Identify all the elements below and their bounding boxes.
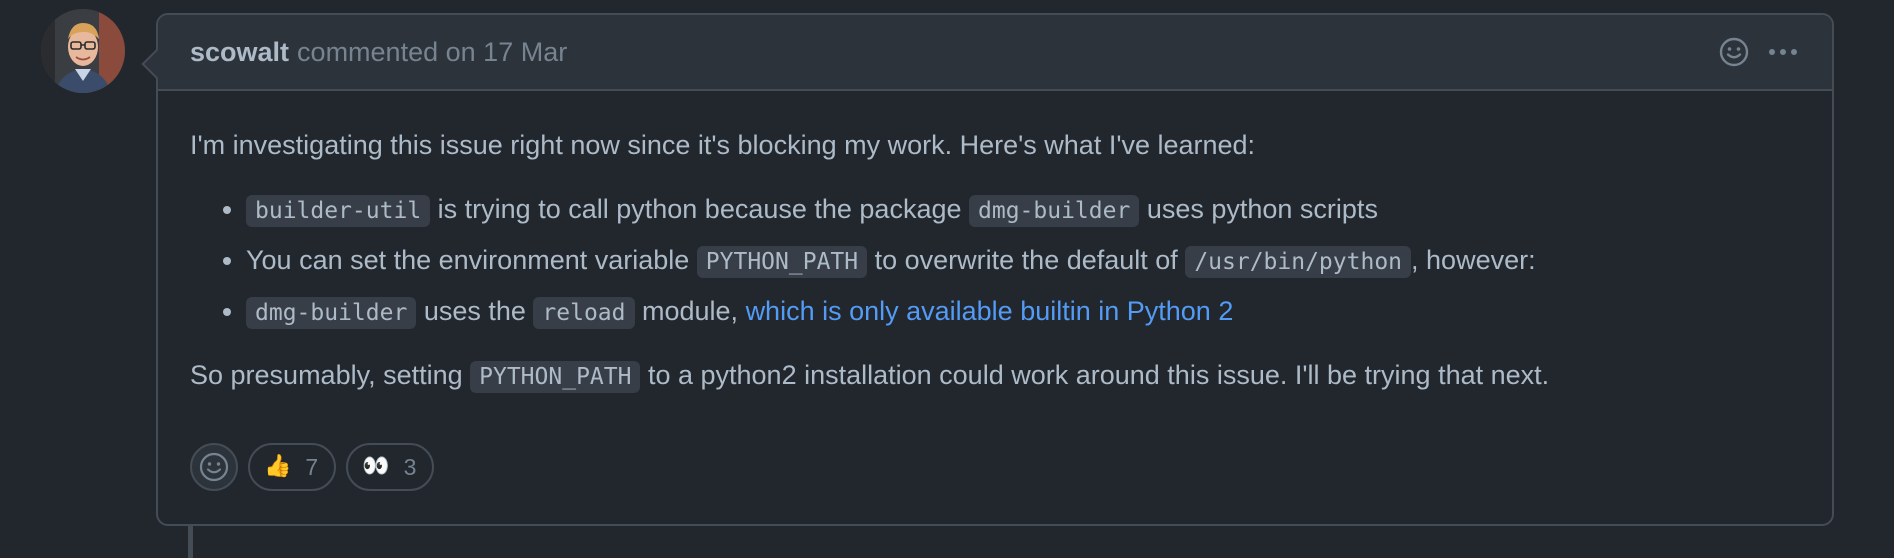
comment-timestamp-link[interactable]: 17 Mar [483,37,567,67]
avatar[interactable] [41,9,125,93]
inline-code: dmg-builder [969,195,1140,227]
closing-text: So presumably, setting [190,360,471,390]
comment-author-link[interactable]: scowalt [190,37,289,68]
comment-header-actions [1718,36,1800,68]
issue-comment: scowalt commented on 17 Mar I'm investig… [141,13,1834,526]
bullet-text: uses the [416,296,534,326]
bullet-list: builder-util is trying to call python be… [190,191,1800,331]
list-item: dmg-builder uses the reload module, whic… [246,293,1800,331]
inline-code: reload [533,297,635,329]
kebab-horizontal-icon [1769,49,1797,55]
bullet-text: is trying to call python because the pac… [430,194,969,224]
eyes-emoji-icon: 👀 [362,454,390,479]
comment-options-button[interactable] [1766,36,1800,68]
reaction-eyes-button[interactable]: 👀 3 [346,443,435,491]
bullet-text: , however: [1411,245,1536,275]
inline-code: dmg-builder [246,297,417,329]
comment-closing: So presumably, setting PYTHON_PATH to a … [190,357,1800,395]
bullet-text: You can set the environment variable [246,245,697,275]
reaction-thumbs-up-button[interactable]: 👍 7 [248,443,337,491]
bullet-text: uses python scripts [1139,194,1378,224]
inline-code: PYTHON_PATH [696,246,868,278]
bullet-text: to overwrite the default of [867,245,1186,275]
add-reaction-button[interactable] [190,443,238,491]
smiley-icon [1719,37,1749,67]
reaction-count: 3 [403,453,417,480]
comment-header: scowalt commented on 17 Mar [158,15,1832,91]
inline-code: PYTHON_PATH [470,361,641,393]
add-reaction-header-button[interactable] [1718,36,1750,68]
reaction-count: 7 [305,453,319,480]
comment-intro: I'm investigating this issue right now s… [190,130,1256,160]
comment-action: commented on [297,36,476,67]
bullet-text: module, [634,296,746,326]
comment-meta: commented on 17 Mar [297,37,567,68]
python2-reload-link[interactable]: which is only available builtin in Pytho… [746,296,1234,326]
smiley-icon [199,452,229,482]
reactions-bar: 👍 7 👀 3 [190,443,435,491]
inline-code: builder-util [246,195,431,227]
avatar-image [41,9,125,93]
list-item: You can set the environment variable PYT… [246,242,1800,280]
thumbs-up-emoji-icon: 👍 [264,454,292,479]
closing-text: to a python2 installation could work aro… [640,360,1550,390]
list-item: builder-util is trying to call python be… [246,191,1800,229]
comment-body: I'm investigating this issue right now s… [158,91,1832,395]
inline-code: /usr/bin/python [1185,246,1412,278]
